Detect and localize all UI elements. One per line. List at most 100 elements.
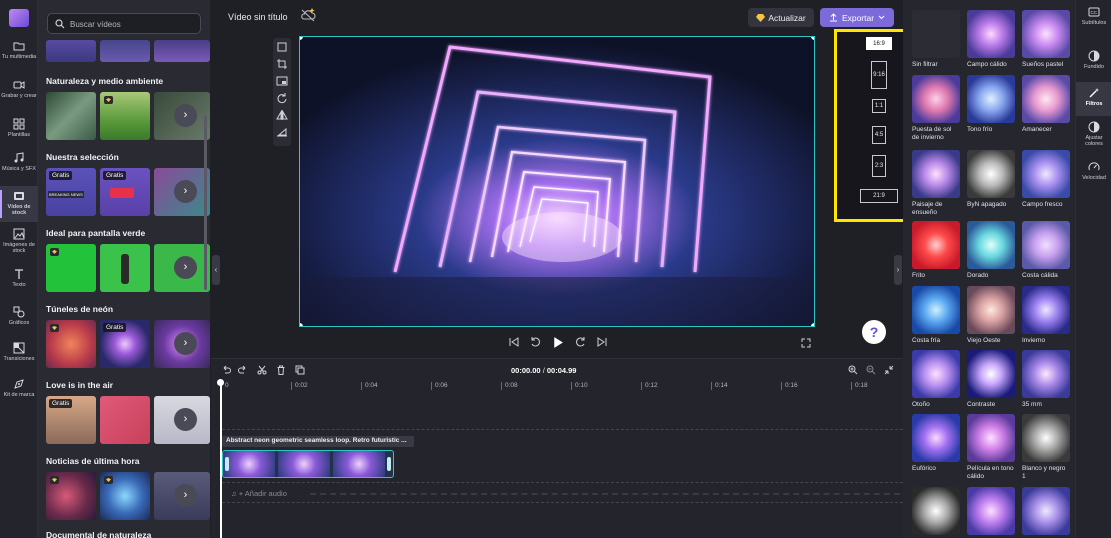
filter-item[interactable]: Sueños pastel: [1022, 10, 1070, 69]
nav-plantillas[interactable]: Plantillas: [0, 118, 38, 138]
video-thumbnail[interactable]: Gratis: [46, 396, 96, 444]
filter-item[interactable]: Puesta de sol de invierno: [912, 75, 960, 142]
nav-kit-de-marca[interactable]: Kit de marca: [0, 378, 38, 398]
filter-item[interactable]: Amanecer: [1022, 75, 1070, 134]
filter-item[interactable]: Otoño: [912, 350, 960, 409]
upgrade-button[interactable]: Actualizar: [748, 8, 814, 27]
filter-item[interactable]: Contraste: [967, 350, 1015, 409]
ratio-option-1-1[interactable]: 1:1: [872, 99, 886, 113]
video-clip[interactable]: [222, 450, 394, 478]
video-thumbnail[interactable]: Gratis BREAKING NEWS: [46, 168, 96, 216]
resize-handle-bottom-left[interactable]: [300, 323, 303, 326]
filter-item[interactable]: 35 mm: [1022, 350, 1070, 409]
skip-to-start-icon[interactable]: [508, 336, 520, 348]
next-arrow-button[interactable]: ›: [174, 408, 197, 431]
nav-grabar-y-crear[interactable]: Grabar y crear: [0, 79, 38, 99]
clip-trim-handle-right[interactable]: [387, 457, 391, 471]
next-arrow-button[interactable]: ›: [174, 256, 197, 279]
timeline-ruler[interactable]: 0 0:02 0:04 0:06 0:08 0:10 0:12 0:14 0:1…: [221, 382, 903, 396]
video-thumbnail[interactable]: [100, 472, 150, 520]
video-thumbnail[interactable]: [46, 320, 96, 368]
video-thumbnail[interactable]: [100, 40, 150, 62]
rail-subtitulos[interactable]: CC Subtítulos: [1076, 6, 1111, 26]
collapse-left-panel-button[interactable]: ‹: [212, 255, 220, 285]
trash-icon[interactable]: [276, 365, 286, 375]
fullscreen-icon[interactable]: [801, 338, 811, 348]
next-arrow-button[interactable]: ›: [174, 180, 197, 203]
rail-velocidad[interactable]: Velocidad: [1076, 161, 1111, 181]
video-thumbnail[interactable]: [46, 244, 96, 292]
filter-item[interactable]: Viejo Oeste: [967, 286, 1015, 345]
scissors-icon[interactable]: [257, 365, 267, 375]
next-arrow-button[interactable]: ›: [174, 104, 197, 127]
filter-item[interactable]: Sin filtrar: [912, 10, 960, 69]
video-thumbnail[interactable]: [100, 244, 150, 292]
video-thumbnail[interactable]: [46, 92, 96, 140]
resize-handle-bottom-right[interactable]: [811, 323, 814, 326]
forward-5s-icon[interactable]: [575, 336, 587, 348]
filter-item[interactable]: Costa cálida: [1022, 221, 1070, 280]
add-audio-track[interactable]: ♫ + Añadir audio: [231, 489, 287, 498]
duplicate-icon[interactable]: [295, 365, 305, 375]
zoom-in-icon[interactable]: [848, 365, 858, 375]
filter-item[interactable]: ByN apagado: [967, 150, 1015, 209]
ratio-option-21-9[interactable]: 21:9: [860, 189, 898, 203]
flip-horizontal-icon[interactable]: [276, 109, 288, 121]
rail-filtros[interactable]: Filtros: [1076, 82, 1111, 116]
video-preview[interactable]: [299, 36, 815, 327]
filter-item[interactable]: Invierno: [1022, 286, 1070, 345]
ratio-option-2-3[interactable]: 2:3: [872, 155, 886, 177]
rail-ajustar-colores[interactable]: Ajustar colores: [1076, 121, 1111, 147]
resize-handle-top-right[interactable]: [811, 37, 814, 40]
filter-item[interactable]: Campo cálido: [967, 10, 1015, 69]
search-box[interactable]: [47, 13, 201, 34]
ratio-option-16-9[interactable]: 16:9: [866, 37, 892, 50]
filter-item[interactable]: Película en tono cálido: [967, 414, 1015, 481]
nav-video-de-stock[interactable]: Vídeo de stock: [0, 186, 38, 222]
filter-item[interactable]: Frito: [912, 221, 960, 280]
redo-icon[interactable]: [238, 365, 248, 375]
nav-graficos[interactable]: Gráficos: [0, 306, 38, 326]
export-button[interactable]: Exportar: [820, 8, 894, 27]
video-thumbnail[interactable]: [46, 40, 96, 62]
filter-item[interactable]: Eufórico: [912, 414, 960, 473]
skip-to-end-icon[interactable]: [596, 336, 608, 348]
nav-imagenes-de-stock[interactable]: Imágenes de stock: [0, 228, 38, 254]
crop-icon[interactable]: [276, 58, 288, 70]
zoom-out-icon[interactable]: [866, 365, 876, 375]
nav-tu-multimedia[interactable]: Tu multimedia: [0, 40, 38, 60]
ratio-option-4-5[interactable]: 4:5: [872, 126, 886, 144]
next-arrow-button[interactable]: ›: [174, 332, 197, 355]
video-thumbnail[interactable]: [100, 396, 150, 444]
nav-musica-y-sfx[interactable]: Música y SFX: [0, 152, 38, 172]
video-thumbnail[interactable]: Gratis: [100, 168, 150, 216]
rewind-5s-icon[interactable]: [529, 336, 541, 348]
video-thumbnail[interactable]: [154, 40, 210, 62]
filter-item[interactable]: [967, 487, 1015, 535]
play-icon[interactable]: [551, 336, 564, 349]
rail-fundido[interactable]: Fundido: [1076, 50, 1111, 70]
project-title[interactable]: Vídeo sin título: [228, 12, 288, 22]
filter-item[interactable]: Tono frío: [967, 75, 1015, 134]
video-thumbnail[interactable]: [46, 472, 96, 520]
filter-item[interactable]: [912, 487, 960, 535]
clip-trim-handle-left[interactable]: [225, 457, 229, 471]
picture-in-picture-icon[interactable]: [276, 75, 288, 87]
undo-icon[interactable]: [221, 365, 231, 375]
video-thumbnail[interactable]: [100, 92, 150, 140]
nav-transiciones[interactable]: Transiciones: [0, 342, 38, 362]
fit-timeline-icon[interactable]: [884, 365, 894, 375]
collapse-right-panel-button[interactable]: ›: [894, 255, 902, 285]
filter-item[interactable]: Dorado: [967, 221, 1015, 280]
search-input[interactable]: [70, 17, 194, 31]
filter-item[interactable]: Campo fresco: [1022, 150, 1070, 209]
filter-item[interactable]: Costa fría: [912, 286, 960, 345]
flip-vertical-icon[interactable]: [276, 126, 288, 138]
next-arrow-button[interactable]: ›: [174, 484, 197, 507]
video-thumbnail[interactable]: Gratis: [100, 320, 150, 368]
ratio-option-9-16[interactable]: 9:16: [871, 61, 887, 89]
filter-item[interactable]: Blanco y negro 1: [1022, 414, 1070, 481]
filter-item[interactable]: Paisaje de ensueño: [912, 150, 960, 217]
nav-texto[interactable]: Texto: [0, 268, 38, 288]
panel-scrollbar[interactable]: [204, 115, 207, 290]
